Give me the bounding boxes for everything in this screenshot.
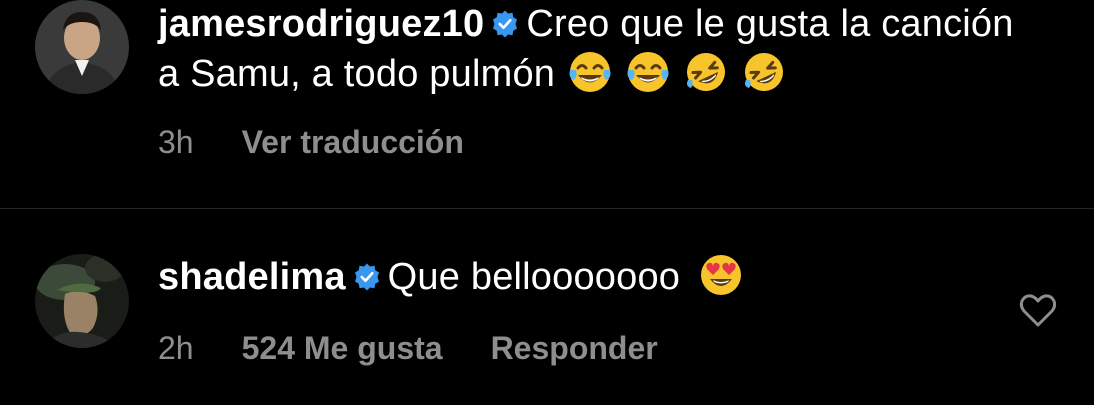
tears-of-joy-emoji: [624, 48, 672, 96]
heart-eyes-emoji: [697, 251, 745, 299]
likes-count-button[interactable]: 524 Me gusta: [242, 330, 443, 367]
comment-item: shadelima Que bellooooooo 2h 524 Me gusta R…: [0, 209, 1094, 405]
avatar-image: [35, 0, 129, 94]
rolling-laughing-emoji: [682, 48, 730, 96]
comment-meta: 2h 524 Me gusta Responder: [158, 330, 706, 367]
verified-badge-icon: [490, 9, 520, 39]
comment-item: jamesrodriguez10 Creo que le gusta la can…: [0, 0, 1094, 208]
tears-of-joy-emoji: [566, 48, 614, 96]
comment-time: 3h: [158, 124, 194, 160]
rolling-laughing-emoji: [740, 48, 788, 96]
comment-text: Que bellooooooo: [387, 256, 681, 298]
verified-badge-icon: [352, 262, 382, 292]
reply-button[interactable]: Responder: [491, 330, 658, 367]
comment-text-block: shadelima Que bellooooooo: [158, 251, 1014, 301]
avatar[interactable]: [35, 0, 129, 94]
heart-icon[interactable]: [1018, 291, 1058, 331]
see-translation-button[interactable]: Ver traducción: [242, 124, 464, 161]
comment-username[interactable]: jamesrodriguez10: [158, 3, 484, 45]
comment-time: 2h: [158, 330, 194, 366]
avatar[interactable]: [35, 254, 129, 348]
avatar-image: [35, 254, 129, 348]
comment-username[interactable]: shadelima: [158, 256, 346, 298]
comment-meta: 3h Ver traducción: [158, 124, 512, 161]
comment-text-block: jamesrodriguez10 Creo que le gusta la can…: [158, 0, 1014, 98]
